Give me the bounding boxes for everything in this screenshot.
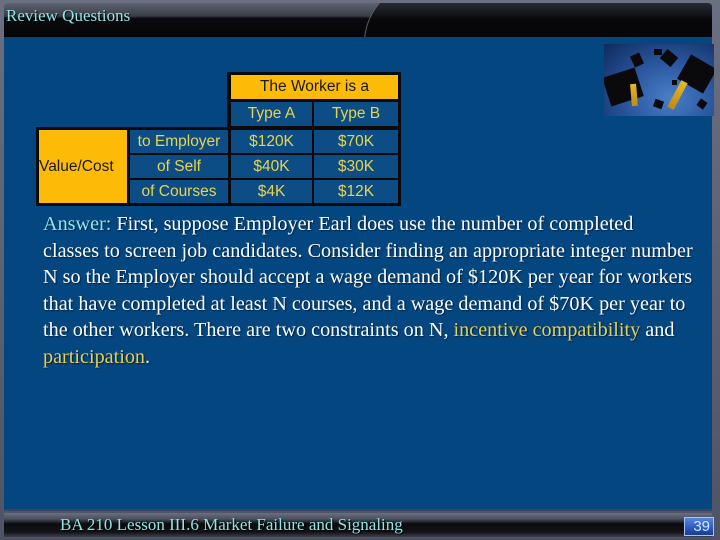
cell-courses-type-b: $12K (314, 180, 398, 203)
slide-title: Review Questions (6, 6, 131, 25)
tassel-shape (667, 80, 688, 110)
row-label-of-self: of Self (130, 155, 228, 178)
footer-course-title: BA 210 Lesson III.6 Market Failure and S… (60, 515, 403, 534)
answer-connector: and (640, 319, 675, 341)
row-label-to-employer: to Employer (130, 130, 228, 153)
graduation-caps-photo (604, 44, 714, 116)
cell-employer-type-a: $120K (231, 130, 312, 153)
cell-courses-type-a: $4K (231, 180, 312, 203)
cap-shape (652, 98, 665, 110)
answer-paragraph: Answer: First, suppose Employer Earl doe… (43, 211, 693, 370)
cell-self-type-a: $40K (231, 155, 312, 178)
title-bar-swoosh (364, 3, 712, 37)
column-header-type-b: Type B (314, 102, 398, 126)
cell-employer-type-b: $70K (314, 130, 398, 153)
cell-self-type-b: $30K (314, 155, 398, 178)
answer-label: Answer: (43, 213, 112, 235)
cap-shape (672, 80, 677, 85)
column-header-type-a: Type A (231, 102, 312, 126)
answer-end: . (145, 345, 151, 368)
cap-shape (604, 67, 644, 107)
cap-shape (696, 98, 708, 110)
row-group-label: Value/Cost (39, 130, 127, 203)
term-incentive-compatibility: incentive compatibility (453, 319, 641, 341)
cap-shape (659, 48, 679, 68)
row-label-of-courses: of Courses (130, 180, 228, 203)
cap-shape (629, 52, 645, 68)
cap-shape (654, 49, 662, 55)
page-number: 39 (684, 517, 714, 536)
table-header-title: The Worker is a (231, 75, 398, 99)
term-participation: participation (43, 345, 146, 368)
